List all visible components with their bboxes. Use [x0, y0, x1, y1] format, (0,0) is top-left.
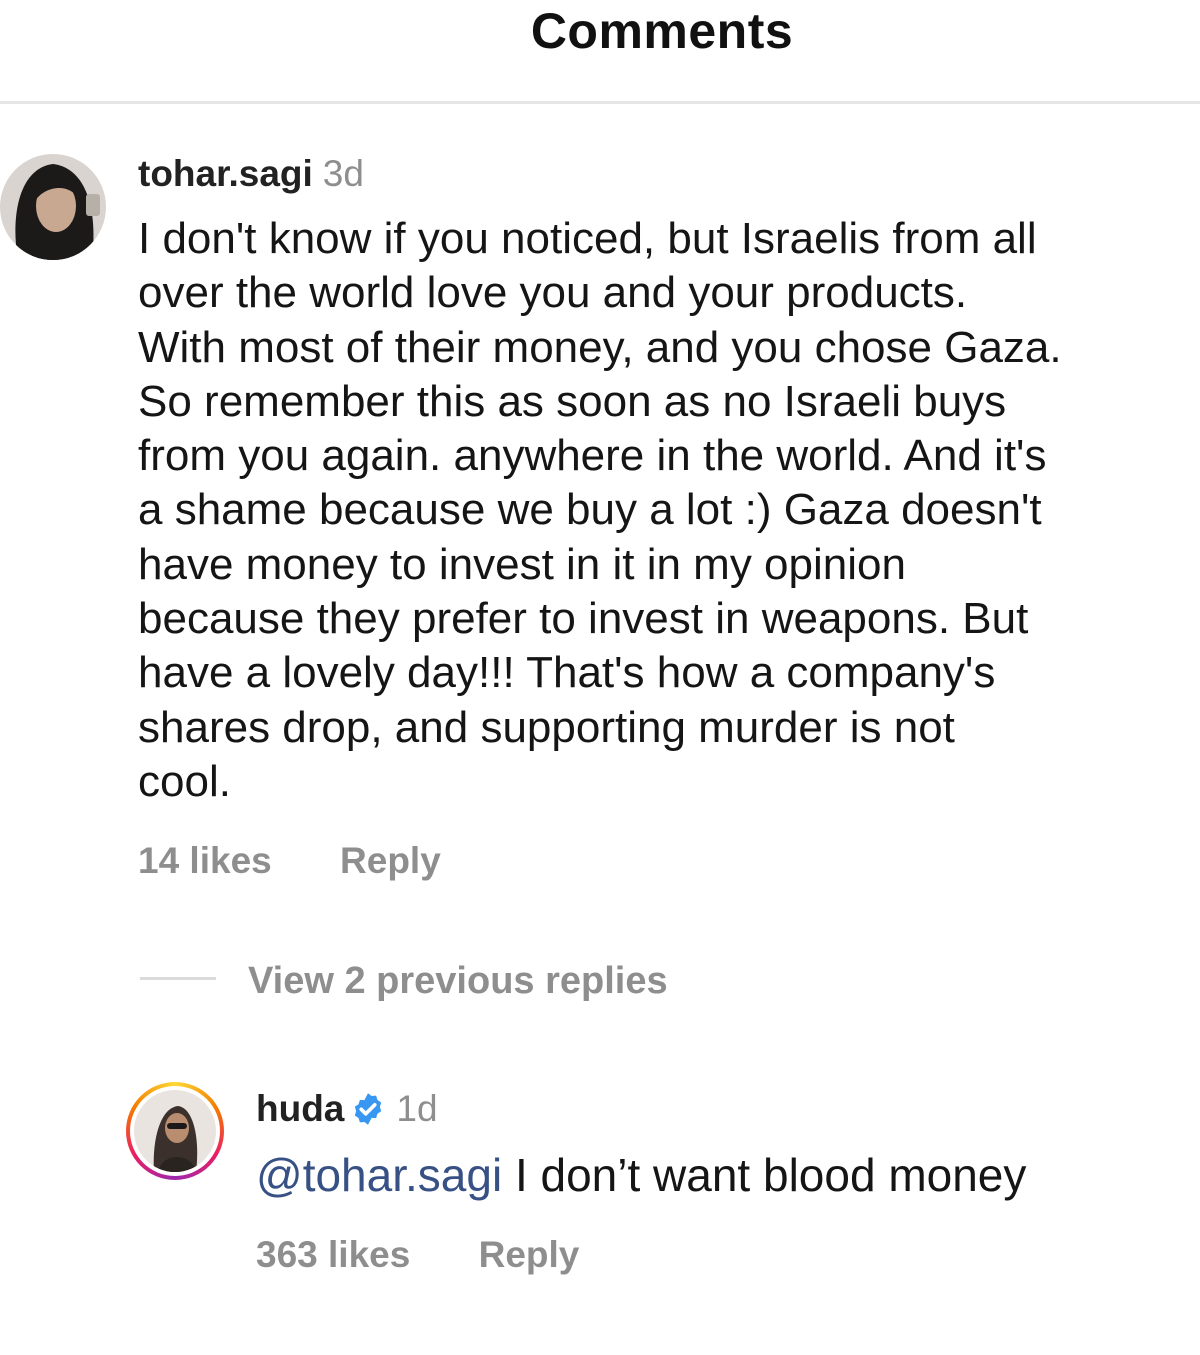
avatar-story-ring[interactable] [126, 1082, 224, 1180]
reply-meta: huda 1d [256, 1088, 438, 1130]
view-previous-replies[interactable]: View 2 previous replies [140, 960, 668, 1003]
comment-timestamp: 3d [322, 153, 364, 194]
reply-text: I don’t want blood money [502, 1149, 1027, 1201]
reply-username[interactable]: huda [256, 1088, 344, 1129]
replies-divider [140, 977, 216, 981]
reply-button[interactable]: Reply [340, 840, 441, 882]
likes-count[interactable]: 363 likes [256, 1234, 410, 1276]
comment-line: cool. [138, 756, 231, 806]
comment-line: over the world love you and your product… [138, 268, 968, 318]
view-replies-label: View 2 previous replies [248, 960, 668, 1002]
comment-line: I don't know if you noticed, but Israeli… [138, 214, 1037, 263]
comment-line: from you again. anywhere in the world. A… [138, 431, 1047, 481]
page-title: Comments [530, 3, 794, 59]
comment-line: So remember this as soon as no Israeli b… [138, 376, 1007, 426]
likes-count[interactable]: 14 likes [138, 840, 272, 882]
comment-actions: 14 likes Reply [138, 840, 441, 882]
avatar[interactable] [0, 154, 106, 260]
comment-line: a shame because we buy a lot :) Gaza doe… [138, 485, 1042, 535]
reply-body: @tohar.sagi I don’t want blood money [256, 1148, 1026, 1202]
comment-line: have a lovely day!!! That's how a compan… [138, 648, 996, 698]
comment-line: because they prefer to invest in weapons… [138, 594, 1029, 644]
user-avatar-icon [134, 1090, 216, 1172]
user-avatar-icon [0, 154, 106, 260]
mention-link[interactable]: @tohar.sagi [256, 1149, 502, 1201]
comments-header: Comments [0, 0, 1200, 104]
comment-line: With most of their money, and you chose … [138, 322, 1062, 372]
comment-line: shares drop, and supporting murder is no… [138, 702, 955, 752]
reply-button[interactable]: Reply [479, 1234, 580, 1276]
reply-actions: 363 likes Reply [256, 1234, 579, 1276]
reply-timestamp: 1d [396, 1088, 438, 1129]
verified-badge-icon [355, 1093, 382, 1125]
comment-line: have money to invest in it in my opinion [138, 539, 906, 589]
comment-body: I don't know if you noticed, but Israeli… [138, 212, 1188, 809]
comment-meta: tohar.sagi 3d [138, 153, 364, 195]
header-divider [0, 101, 1200, 104]
comment-username[interactable]: tohar.sagi [138, 153, 313, 194]
